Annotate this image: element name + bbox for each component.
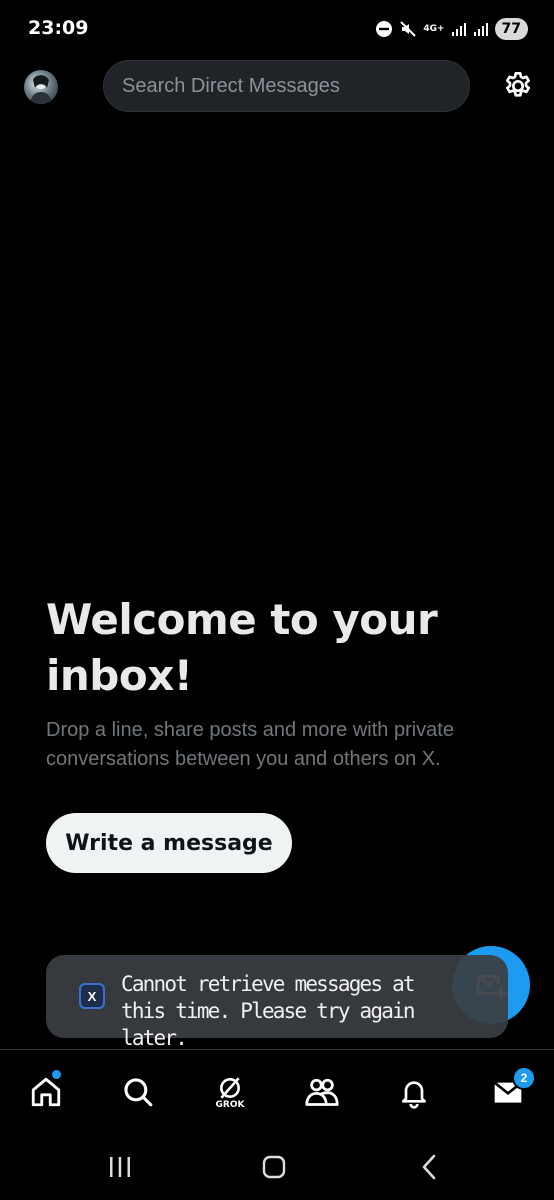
mute-icon bbox=[399, 20, 417, 38]
error-toast: X Cannot retrieve messages at this time.… bbox=[46, 955, 508, 1050]
nav-grok[interactable]: GROK bbox=[208, 1070, 252, 1114]
nav-home[interactable] bbox=[24, 1070, 68, 1114]
home-square-icon bbox=[262, 1155, 286, 1179]
network-type: 4G+ bbox=[423, 23, 445, 34]
signal-icon-2 bbox=[473, 21, 489, 37]
page-title: Welcome to your inbox! bbox=[46, 595, 438, 700]
home-system-button[interactable] bbox=[254, 1151, 294, 1183]
nav-search[interactable] bbox=[116, 1070, 160, 1114]
back-chevron-icon bbox=[422, 1154, 436, 1180]
gear-icon[interactable] bbox=[500, 68, 536, 104]
recent-apps-icon bbox=[110, 1157, 130, 1177]
communities-icon bbox=[305, 1078, 339, 1106]
home-icon bbox=[31, 1077, 61, 1107]
signal-icon bbox=[451, 21, 467, 37]
nav-messages[interactable]: 2 bbox=[486, 1066, 536, 1114]
network-label: 4G+ bbox=[423, 23, 445, 34]
back-button[interactable] bbox=[410, 1151, 450, 1183]
nav-notifications[interactable] bbox=[392, 1070, 436, 1114]
do-not-disturb-icon bbox=[375, 20, 393, 38]
nav-communities[interactable] bbox=[300, 1070, 344, 1114]
grok-icon bbox=[220, 1076, 240, 1099]
recent-apps-button[interactable] bbox=[100, 1151, 140, 1183]
search-icon bbox=[124, 1078, 153, 1107]
unread-dot bbox=[52, 1070, 61, 1079]
grok-label: GROK bbox=[215, 1099, 245, 1110]
x-app-icon: X bbox=[79, 983, 105, 1009]
write-message-button[interactable]: Write a message bbox=[46, 813, 292, 873]
status-icons: 4G+ 77 bbox=[375, 16, 528, 42]
status-bar: 23:09 4G+ 77 bbox=[0, 0, 554, 56]
toast-message: Cannot retrieve messages at this time. P… bbox=[121, 972, 416, 1050]
search-input[interactable] bbox=[104, 73, 469, 99]
messages-badge: 2 bbox=[512, 1066, 536, 1090]
status-time: 23:09 bbox=[28, 17, 89, 39]
bell-icon bbox=[402, 1081, 426, 1109]
battery-indicator: 77 bbox=[494, 18, 528, 40]
avatar[interactable] bbox=[24, 70, 58, 104]
welcome-subtitle: Drop a line, share posts and more with p… bbox=[46, 719, 454, 770]
header bbox=[0, 56, 554, 120]
bottom-nav: GROK 2 bbox=[0, 1049, 554, 1131]
search-box[interactable] bbox=[103, 60, 470, 112]
system-nav-bar bbox=[0, 1131, 554, 1200]
